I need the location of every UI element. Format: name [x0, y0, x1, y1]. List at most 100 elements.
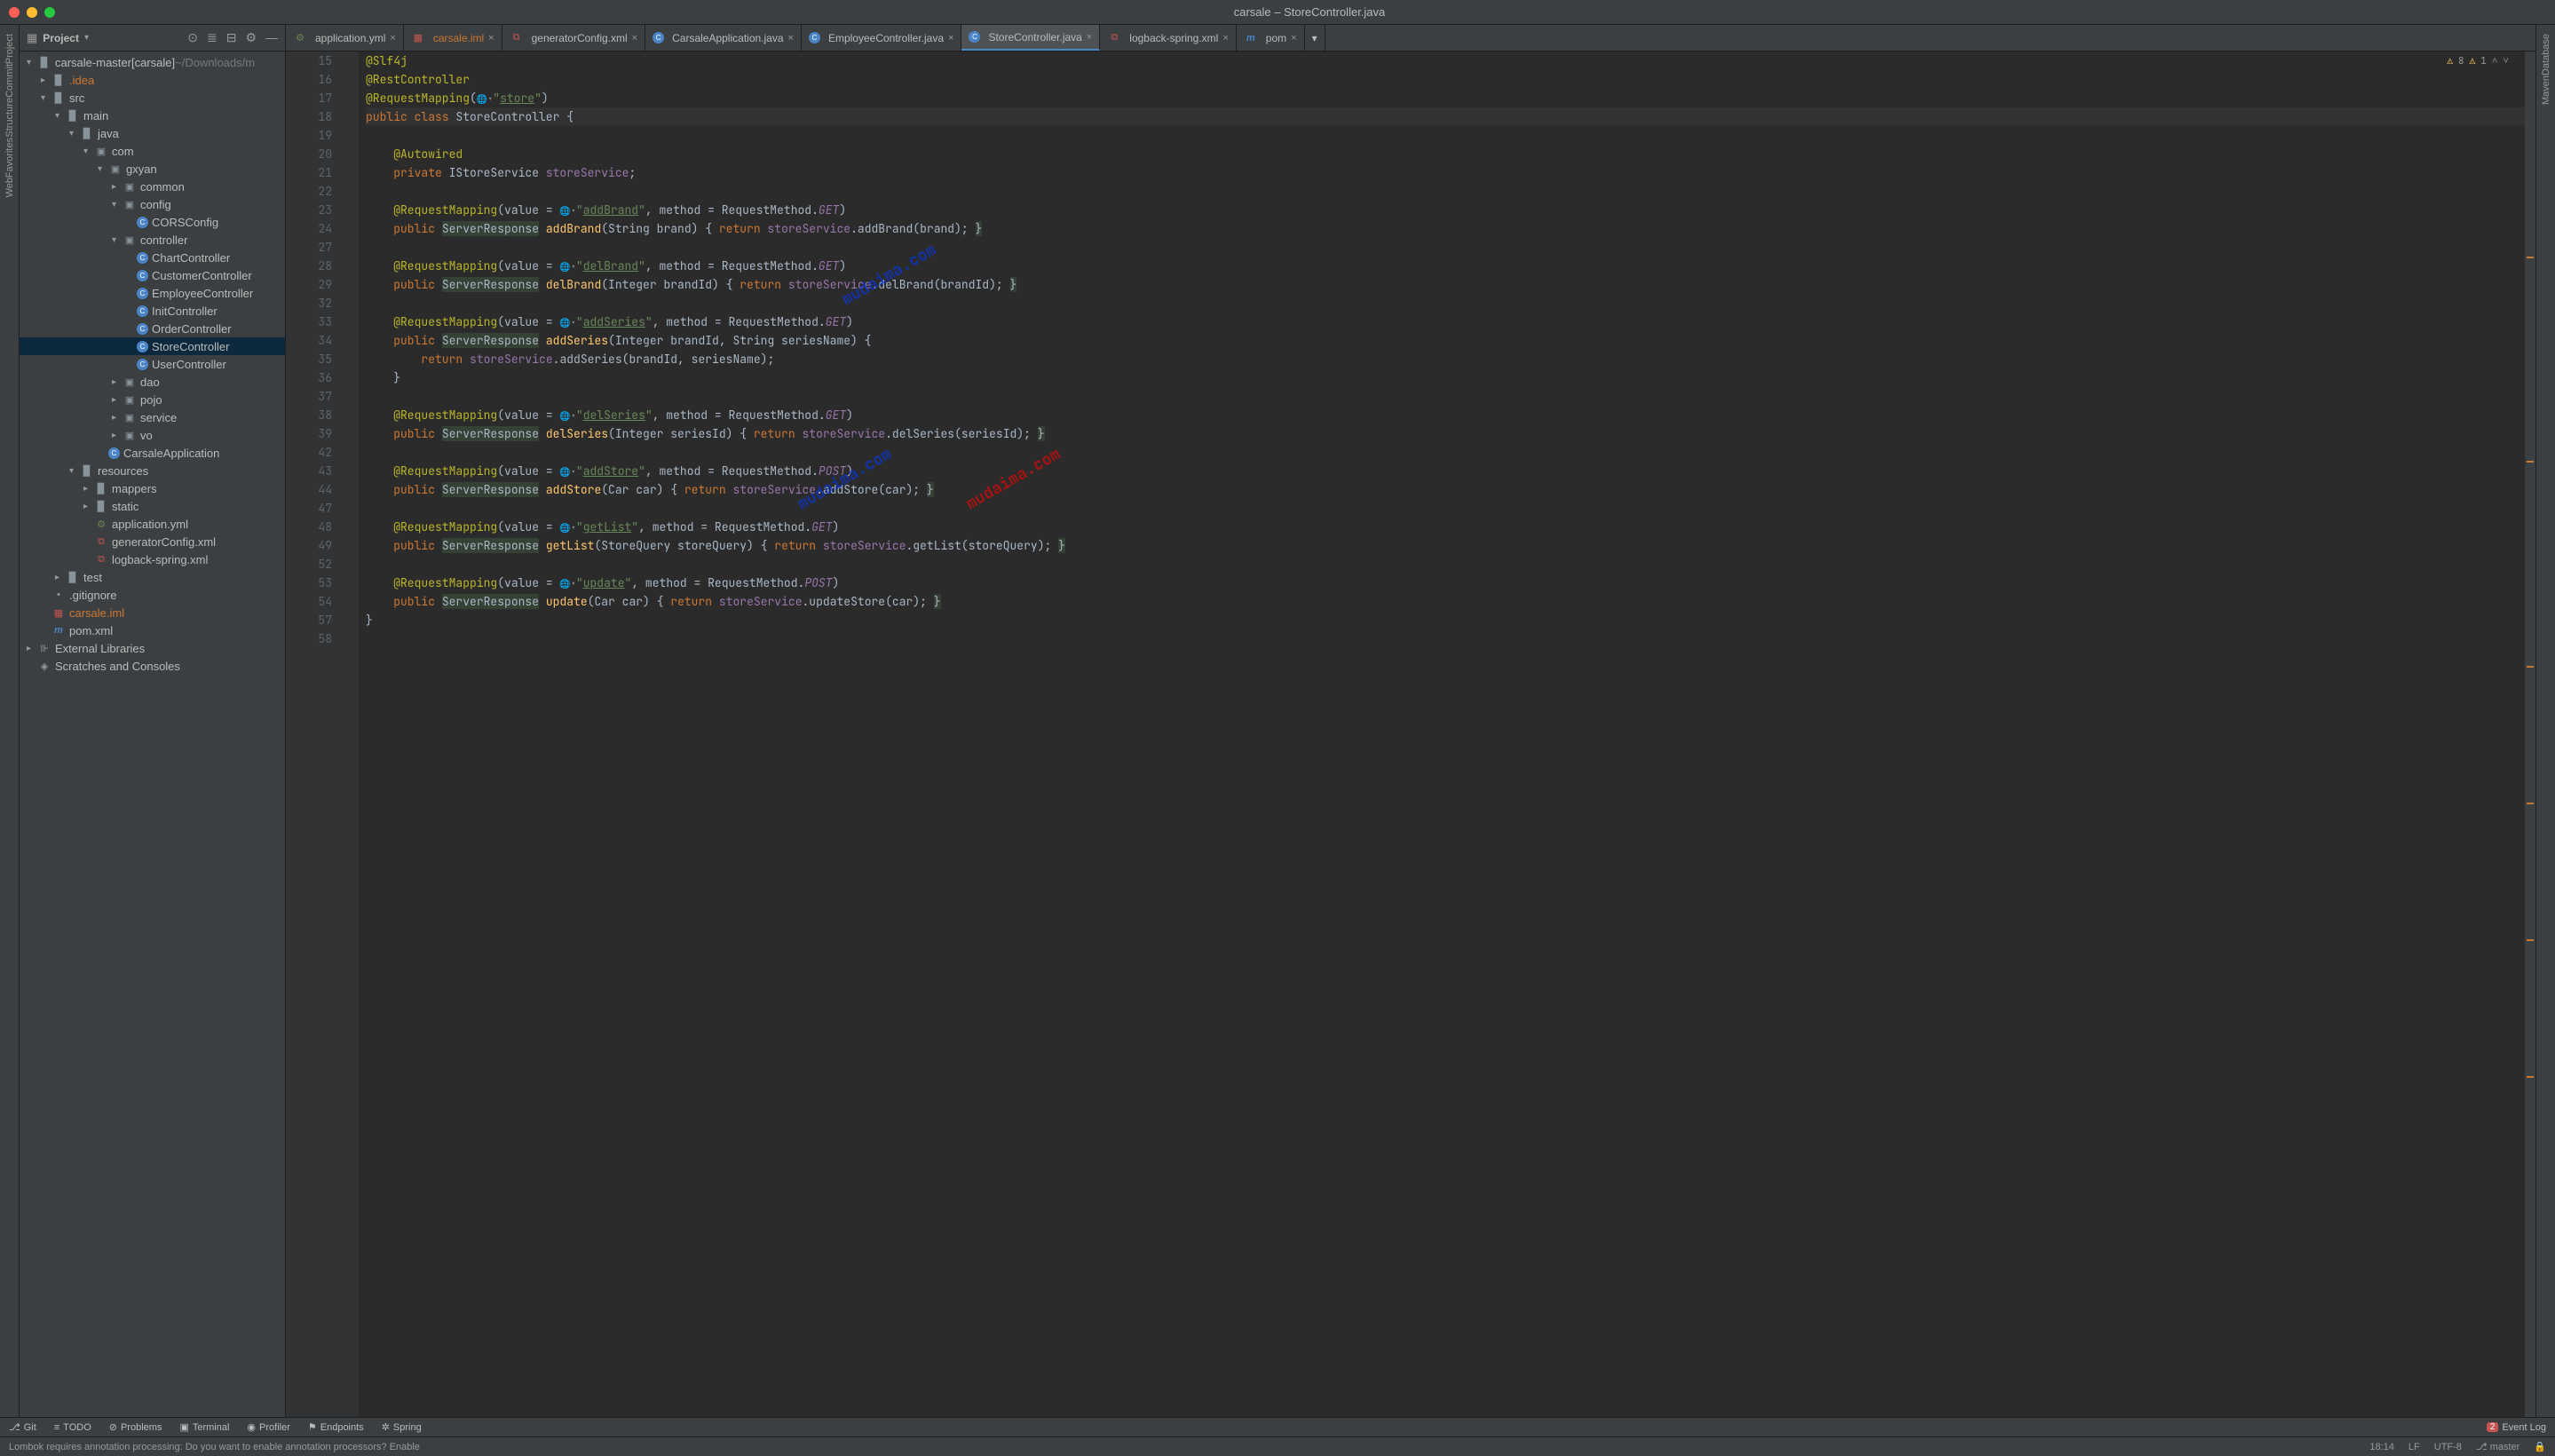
rail-commit[interactable]: Commit	[4, 64, 15, 98]
gutter-icons	[339, 51, 359, 1417]
tree-item--idea[interactable]: ▸▉.idea	[20, 71, 285, 89]
inspection-badges[interactable]: ⚠ 8 ⚠ 1 ˄ ˅	[2447, 55, 2509, 67]
close-icon[interactable]: ×	[1087, 32, 1092, 43]
tree-item-external-libraries[interactable]: ▸⊪External Libraries	[20, 639, 285, 657]
toolwindow-git[interactable]: ⎇Git	[9, 1421, 36, 1433]
tab-logback-spring-xml[interactable]: ⧉logback-spring.xml×	[1100, 25, 1236, 51]
titlebar: carsale – StoreController.java	[0, 0, 2555, 25]
window-title: carsale – StoreController.java	[73, 5, 2546, 19]
tree-item-ordercontroller[interactable]: COrderController	[20, 320, 285, 337]
tab-pom[interactable]: mpom×	[1237, 25, 1305, 51]
tree-item-initcontroller[interactable]: CInitController	[20, 302, 285, 320]
tree-item-mappers[interactable]: ▸▉mappers	[20, 479, 285, 497]
tree-item-main[interactable]: ▾▉main	[20, 107, 285, 124]
hide-icon[interactable]: —	[265, 30, 278, 45]
code-content[interactable]: @Slf4j@RestController@RequestMapping(🌐▾"…	[359, 51, 2535, 1417]
event-log[interactable]: 2 Event Log	[2487, 1422, 2546, 1433]
tree-item-generatorconfig-xml[interactable]: ⧉generatorConfig.xml	[20, 533, 285, 550]
tree-item-application-yml[interactable]: ⚙application.yml	[20, 515, 285, 533]
tree-item-config[interactable]: ▾▣config	[20, 195, 285, 213]
close-icon[interactable]: ×	[1222, 33, 1228, 44]
tree-item-test[interactable]: ▸▉test	[20, 568, 285, 586]
tree-item-chartcontroller[interactable]: CChartController	[20, 249, 285, 266]
minimize-window[interactable]	[27, 7, 37, 18]
tree-item-resources[interactable]: ▾▉resources	[20, 462, 285, 479]
inspect-down-icon[interactable]: ˅	[2503, 55, 2509, 67]
tree-item-carsaleapplication[interactable]: CCarsaleApplication	[20, 444, 285, 462]
rail-structure[interactable]: Structure	[4, 98, 15, 138]
tree-item-storecontroller[interactable]: CStoreController	[20, 337, 285, 355]
scrollmap[interactable]	[2525, 51, 2535, 1417]
rail-maven[interactable]: Maven	[2541, 75, 2551, 105]
tab-application-yml[interactable]: ⚙application.yml×	[286, 25, 404, 51]
tab-generatorconfig-xml[interactable]: ⧉generatorConfig.xml×	[502, 25, 646, 51]
tab-overflow[interactable]: ▾	[1305, 25, 1325, 51]
line-gutter: 1516171819202122232427282932333435363738…	[286, 51, 339, 1417]
close-icon[interactable]: ×	[632, 33, 637, 44]
project-panel-header: ▦ Project ▾ ⊙ ≣ ⊟ ⚙ —	[20, 25, 285, 51]
tree-item-customercontroller[interactable]: CCustomerController	[20, 266, 285, 284]
tree-item-usercontroller[interactable]: CUserController	[20, 355, 285, 373]
tree-item-controller[interactable]: ▾▣controller	[20, 231, 285, 249]
dropdown-icon[interactable]: ▾	[84, 33, 89, 43]
editor-area: ⚙application.yml×▦carsale.iml×⧉generator…	[286, 25, 2535, 1417]
tree-item-gxyan[interactable]: ▾▣gxyan	[20, 160, 285, 178]
tree-item-scratches-and-consoles[interactable]: ◈Scratches and Consoles	[20, 657, 285, 675]
toolwindow-problems[interactable]: ⊘Problems	[109, 1421, 162, 1433]
tree-item-com[interactable]: ▾▣com	[20, 142, 285, 160]
toolwindow-endpoints[interactable]: ⚑Endpoints	[308, 1421, 364, 1433]
tree-item--gitignore[interactable]: •.gitignore	[20, 586, 285, 604]
tree-item-common[interactable]: ▸▣common	[20, 178, 285, 195]
tab-carsale-iml[interactable]: ▦carsale.iml×	[404, 25, 502, 51]
caret-position[interactable]: 18:14	[2369, 1442, 2394, 1452]
bottom-toolwindow-bar: ⎇Git ≡TODO ⊘Problems ▣Terminal ◉Profiler ⚑End…	[0, 1417, 2555, 1436]
expand-all-icon[interactable]: ≣	[207, 30, 218, 45]
toolwindow-profiler[interactable]: ◉Profiler	[247, 1421, 289, 1433]
tree-item-employeecontroller[interactable]: CEmployeeController	[20, 284, 285, 302]
lock-icon[interactable]: 🔒	[2534, 1441, 2546, 1452]
tree-item-service[interactable]: ▸▣service	[20, 408, 285, 426]
close-icon[interactable]: ×	[488, 33, 494, 44]
tree-item-static[interactable]: ▸▉static	[20, 497, 285, 515]
line-separator[interactable]: LF	[2409, 1442, 2420, 1452]
maximize-window[interactable]	[44, 7, 55, 18]
toolwindow-todo[interactable]: ≡TODO	[54, 1421, 91, 1433]
rail-favorites[interactable]: Favorites	[4, 138, 15, 178]
tree-item-vo[interactable]: ▸▣vo	[20, 426, 285, 444]
editor-body[interactable]: 1516171819202122232427282932333435363738…	[286, 51, 2535, 1417]
tab-employeecontroller-java[interactable]: CEmployeeController.java×	[802, 25, 962, 51]
tree-item-dao[interactable]: ▸▣dao	[20, 373, 285, 391]
rail-web[interactable]: Web	[4, 178, 15, 197]
tree-item-carsale-master[interactable]: ▾▉carsale-master [carsale] ~/Downloads/m	[20, 53, 285, 71]
project-tree[interactable]: ▾▉carsale-master [carsale] ~/Downloads/m…	[20, 51, 285, 1417]
close-icon[interactable]: ×	[390, 33, 395, 44]
close-icon[interactable]: ×	[948, 33, 953, 44]
rail-project[interactable]: Project	[4, 34, 15, 64]
status-message[interactable]: Lombok requires annotation processing: D…	[9, 1442, 420, 1452]
tree-item-corsconfig[interactable]: CCORSConfig	[20, 213, 285, 231]
left-tool-rail: ProjectCommitStructureFavoritesWeb	[0, 25, 20, 1417]
tab-carsaleapplication-java[interactable]: CCarsaleApplication.java×	[645, 25, 802, 51]
inspect-up-icon[interactable]: ˄	[2492, 55, 2498, 67]
tab-storecontroller-java[interactable]: CStoreController.java×	[961, 25, 1100, 51]
close-icon[interactable]: ×	[1291, 33, 1296, 44]
tree-item-src[interactable]: ▾▉src	[20, 89, 285, 107]
git-branch[interactable]: ⎇ master	[2476, 1441, 2519, 1452]
project-panel: ▦ Project ▾ ⊙ ≣ ⊟ ⚙ — ▾▉carsale-master […	[20, 25, 286, 1417]
rail-database[interactable]: Database	[2541, 34, 2551, 75]
right-tool-rail: DatabaseMaven	[2535, 25, 2555, 1417]
tree-item-java[interactable]: ▾▉java	[20, 124, 285, 142]
tree-item-pojo[interactable]: ▸▣pojo	[20, 391, 285, 408]
collapse-all-icon[interactable]: ⊟	[226, 30, 237, 45]
close-icon[interactable]: ×	[788, 33, 794, 44]
window-controls	[9, 7, 55, 18]
tree-item-logback-spring-xml[interactable]: ⧉logback-spring.xml	[20, 550, 285, 568]
close-window[interactable]	[9, 7, 20, 18]
select-opened-icon[interactable]: ⊙	[187, 30, 198, 45]
toolwindow-spring[interactable]: ✲Spring	[382, 1421, 422, 1433]
file-encoding[interactable]: UTF-8	[2434, 1442, 2462, 1452]
toolwindow-terminal[interactable]: ▣Terminal	[179, 1421, 229, 1433]
tree-item-carsale-iml[interactable]: ▦carsale.iml	[20, 604, 285, 621]
tree-item-pom-xml[interactable]: mpom.xml	[20, 621, 285, 639]
settings-icon[interactable]: ⚙	[245, 30, 257, 45]
